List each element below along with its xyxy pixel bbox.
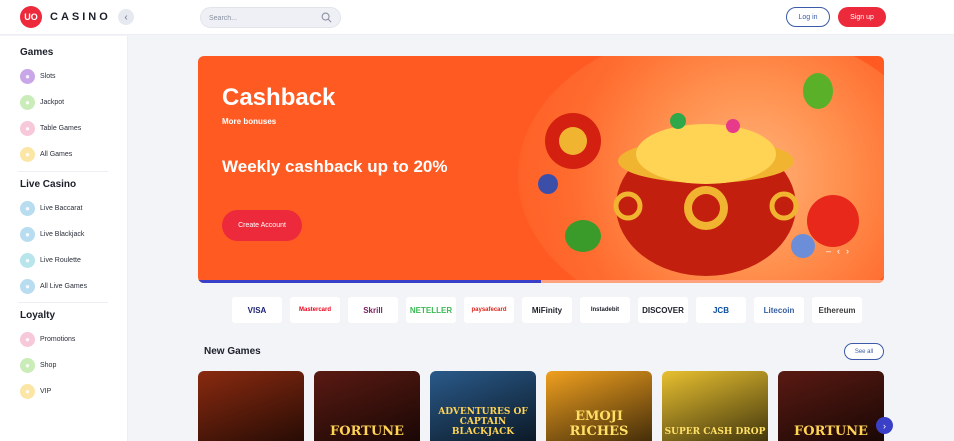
sidebar-section-loyalty: Loyalty — [20, 310, 56, 321]
sidebar-item-label: Live Blackjack — [40, 230, 85, 238]
sidebar-item-label: All Games — [40, 150, 73, 158]
chevron-left-icon: ‹ — [124, 11, 128, 23]
sidebar-item-table-games[interactable]: ● Table Games — [20, 119, 81, 137]
sidebar-item-label: All Live Games — [40, 282, 88, 290]
collapse-sidebar-button[interactable]: ‹ — [118, 9, 134, 25]
shop-icon: ● — [20, 357, 35, 373]
see-all-button[interactable]: See all — [844, 343, 884, 360]
banner-progress-fill — [198, 280, 541, 283]
game-card[interactable]: FORTUNE — [314, 371, 420, 441]
sidebar: Games ● Slots ● Jackpot ● Table Games ● All Gam… — [0, 36, 128, 441]
sidebar-section-live-casino: Live Casino — [20, 179, 77, 190]
game-card[interactable]: EMOJI RICHES — [546, 371, 652, 441]
sidebar-item-shop[interactable]: ● Shop — [20, 356, 56, 374]
banner-title: Cashback — [222, 84, 336, 111]
promo-banner[interactable]: Cashback More bonuses Weekly cashback up… — [198, 56, 884, 283]
sidebar-item-label: Slots — [40, 72, 56, 80]
sidebar-item-label: Live Roulette — [40, 256, 81, 264]
sidebar-divider — [18, 171, 108, 172]
vip-icon: ● — [20, 383, 35, 399]
sidebar-item-live-blackjack[interactable]: ● Live Blackjack — [20, 225, 84, 243]
sidebar-item-jackpot[interactable]: ● Jackpot — [20, 93, 64, 111]
top-header: UO CASINO ‹ Log in Sign up — [0, 0, 954, 35]
payment-logo-skrill: Skrill — [348, 297, 398, 323]
site-logo[interactable]: UO CASINO — [20, 6, 111, 28]
sidebar-item-promotions[interactable]: ● Promotions — [20, 330, 75, 348]
game-title: EMOJI RICHES — [569, 409, 629, 439]
banner-prev-button[interactable]: ‹ — [837, 246, 840, 256]
game-title: SUPER CASH DROP — [664, 427, 766, 437]
new-games-row: FORTUNE ADVENTURES OF CAPTAIN BLACKJACK EM… — [198, 371, 884, 441]
game-title: ADVENTURES OF CAPTAIN BLACKJACK — [438, 407, 528, 437]
search-box[interactable] — [200, 7, 341, 28]
sidebar-section-games: Games — [20, 47, 54, 58]
search-input[interactable] — [209, 11, 319, 25]
baccarat-icon: ● — [20, 200, 35, 216]
create-account-button[interactable]: Create Account — [222, 210, 302, 241]
sidebar-item-live-baccarat[interactable]: ● Live Baccarat — [20, 199, 82, 217]
sidebar-item-label: Promotions — [40, 335, 76, 343]
sidebar-divider — [18, 302, 108, 303]
banner-next-button[interactable]: › — [846, 246, 849, 256]
table-games-icon: ● — [20, 120, 35, 136]
all-live-games-icon: ● — [20, 278, 35, 294]
blackjack-icon: ● — [20, 226, 35, 242]
payment-logo-ethereum: Ethereum — [812, 297, 862, 323]
dash-indicator-icon: – — [826, 246, 832, 256]
roulette-icon: ● — [20, 252, 35, 268]
payment-logo-instadebit: Instadebit — [580, 297, 630, 323]
slots-icon: ● — [20, 68, 35, 84]
sidebar-item-label: VIP — [40, 387, 52, 395]
sidebar-item-all-games[interactable]: ● All Games — [20, 145, 72, 163]
sidebar-item-all-live-games[interactable]: ● All Live Games — [20, 277, 87, 295]
banner-subtitle: More bonuses — [222, 117, 277, 126]
promotions-icon: ● — [20, 331, 35, 347]
new-games-title: New Games — [204, 346, 261, 357]
game-card[interactable]: ADVENTURES OF CAPTAIN BLACKJACK — [430, 371, 536, 441]
payment-logo-paysafecard: paysafecard — [464, 297, 514, 323]
sidebar-item-vip[interactable]: ● VIP — [20, 382, 51, 400]
banner-navigation: – ‹ › — [826, 246, 849, 256]
payment-logo-mifinity: MiFinity — [522, 297, 572, 323]
sidebar-item-slots[interactable]: ● Slots — [20, 67, 56, 85]
sidebar-item-live-roulette[interactable]: ● Live Roulette — [20, 251, 81, 269]
login-button[interactable]: Log in — [786, 7, 830, 27]
signup-button[interactable]: Sign up — [838, 7, 886, 27]
search-icon[interactable] — [321, 12, 332, 23]
logo-mark: UO — [20, 6, 42, 28]
sidebar-item-label: Shop — [40, 361, 57, 369]
payment-logo-neteller: NETELLER — [406, 297, 456, 323]
game-title: FORTUNE — [794, 424, 868, 439]
sidebar-item-label: Jackpot — [40, 98, 65, 106]
all-games-icon: ● — [20, 146, 35, 162]
payment-logo-discover: DISCOVER — [638, 297, 688, 323]
payment-logo-jcb: JCB — [696, 297, 746, 323]
sidebar-item-label: Live Baccarat — [40, 204, 83, 212]
payment-methods-row: VISA Mastercard Skrill NETELLER paysafecard M… — [232, 297, 862, 323]
payment-logo-mastercard: Mastercard — [290, 297, 340, 323]
payment-logo-litecoin: Litecoin — [754, 297, 804, 323]
payment-logo-visa: VISA — [232, 297, 282, 323]
game-card[interactable] — [198, 371, 304, 441]
games-next-button[interactable]: › — [876, 417, 893, 434]
game-card[interactable]: SUPER CASH DROP — [662, 371, 768, 441]
banner-offer-text: Weekly cashback up to 20% — [222, 157, 448, 176]
banner-progress-track — [198, 280, 884, 283]
sidebar-item-label: Table Games — [40, 124, 82, 132]
logo-text: CASINO — [50, 11, 111, 23]
game-card[interactable]: FORTUNE — [778, 371, 884, 441]
chevron-right-icon: › — [883, 420, 886, 431]
game-title: FORTUNE — [330, 424, 404, 439]
jackpot-icon: ● — [20, 94, 35, 110]
